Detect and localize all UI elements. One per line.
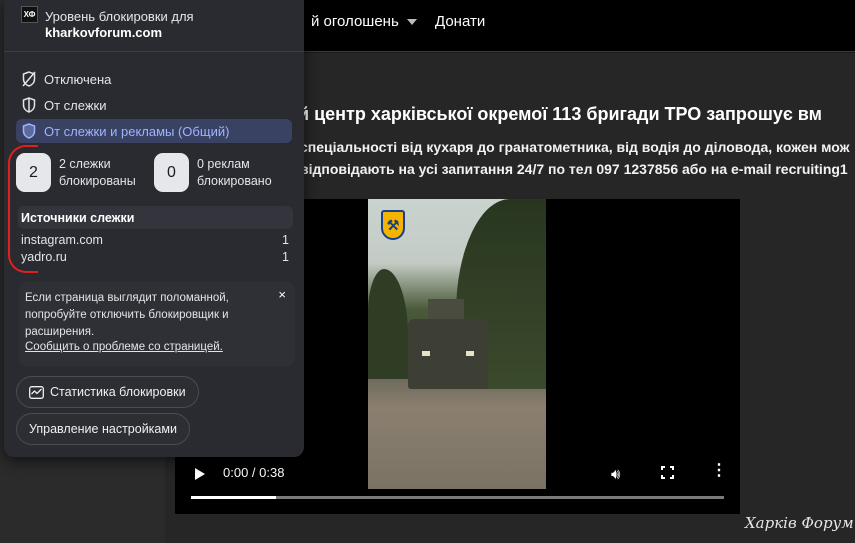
- video-time: 0:00 / 0:38: [223, 465, 285, 480]
- tracker-row: yadro.ru 1: [18, 246, 293, 264]
- play-icon[interactable]: [195, 468, 205, 480]
- popup-title: Уровень блокировки для: [45, 9, 194, 24]
- volume-icon[interactable]: 🔊︎: [611, 466, 620, 483]
- video-trees-left: [368, 269, 408, 379]
- tracker-blocker-popup: ХФ Уровень блокировки для kharkovforum.c…: [4, 0, 304, 457]
- shield-filled-icon: [22, 123, 36, 139]
- popup-site-name: kharkovforum.com: [45, 25, 163, 40]
- post-text-line-1: спеціальності від кухаря до гранатометни…: [300, 139, 850, 155]
- vehicle-headlight-left: [422, 351, 430, 356]
- nav-ads-label: й оголошень: [311, 13, 399, 30]
- nav-donate-link[interactable]: Донати: [435, 13, 485, 30]
- close-icon[interactable]: ×: [278, 287, 286, 302]
- level-off[interactable]: Отключена: [16, 67, 292, 91]
- ads-blocked-label: 0 реклам блокировано: [197, 156, 272, 188]
- report-problem-link[interactable]: Сообщить о проблеме со страницей.: [25, 341, 223, 353]
- shield-icon: [22, 97, 36, 113]
- more-options-icon[interactable]: ⋮: [711, 463, 727, 479]
- popup-header: ХФ Уровень блокировки для kharkovforum.c…: [4, 0, 304, 52]
- level-trackers-label: От слежки: [44, 97, 107, 113]
- post-headline: й центр харківської окремої 113 бригади …: [298, 104, 822, 124]
- blocking-stats-label: Статистика блокировки: [50, 385, 186, 399]
- red-annotation-bracket: [8, 145, 38, 273]
- ads-blocked-count: 0: [154, 153, 189, 192]
- chevron-down-icon: [406, 18, 417, 25]
- nav-donate-label: Донати: [435, 13, 486, 30]
- trackers-blocked-label: 2 слежки блокированы: [59, 156, 136, 188]
- video-vehicle: [408, 319, 488, 389]
- level-trackers[interactable]: От слежки: [16, 93, 292, 117]
- tracker-sources-title: Источники слежки: [18, 206, 293, 229]
- level-trackers-ads[interactable]: От слежки и рекламы (Общий): [16, 119, 292, 143]
- broken-page-notice: Если страница выглядит поломанной, попро…: [19, 282, 295, 366]
- video-progress-bar[interactable]: [191, 496, 724, 499]
- blocking-stats-button[interactable]: Статистика блокировки: [16, 376, 199, 408]
- level-trackers-ads-label: От слежки и рекламы (Общий): [44, 123, 230, 139]
- notice-text: Если страница выглядит поломанной, попро…: [25, 292, 229, 338]
- nav-ads-menu[interactable]: й оголошень: [311, 13, 417, 30]
- ads-blocked-stat: 0 0 реклам блокировано: [154, 153, 287, 192]
- site-favicon-icon: ХФ: [21, 6, 38, 23]
- post-text-line-2: відповідають на усі запитання 24/7 по те…: [300, 161, 848, 177]
- fullscreen-icon[interactable]: [661, 466, 674, 479]
- manage-settings-button[interactable]: Управление настройками: [16, 413, 190, 445]
- forum-watermark: Харків Форум: [745, 514, 854, 532]
- vehicle-headlight-right: [466, 351, 474, 356]
- tracker-count: 1: [282, 233, 289, 247]
- level-off-label: Отключена: [44, 71, 112, 87]
- video-controls: 0:00 / 0:38 🔊︎ ⋮: [175, 456, 740, 514]
- video-frame: ⚒: [368, 199, 546, 489]
- tracker-row: instagram.com 1: [18, 229, 293, 247]
- tracker-count: 1: [282, 250, 289, 264]
- shield-off-icon: [22, 71, 36, 87]
- tracker-sources: Источники слежки instagram.com 1 yadro.r…: [18, 206, 293, 272]
- manage-settings-label: Управление настройками: [29, 422, 177, 436]
- chart-icon: [29, 385, 44, 399]
- brigade-emblem-icon: ⚒: [381, 210, 405, 240]
- video-progress-fill: [191, 496, 277, 499]
